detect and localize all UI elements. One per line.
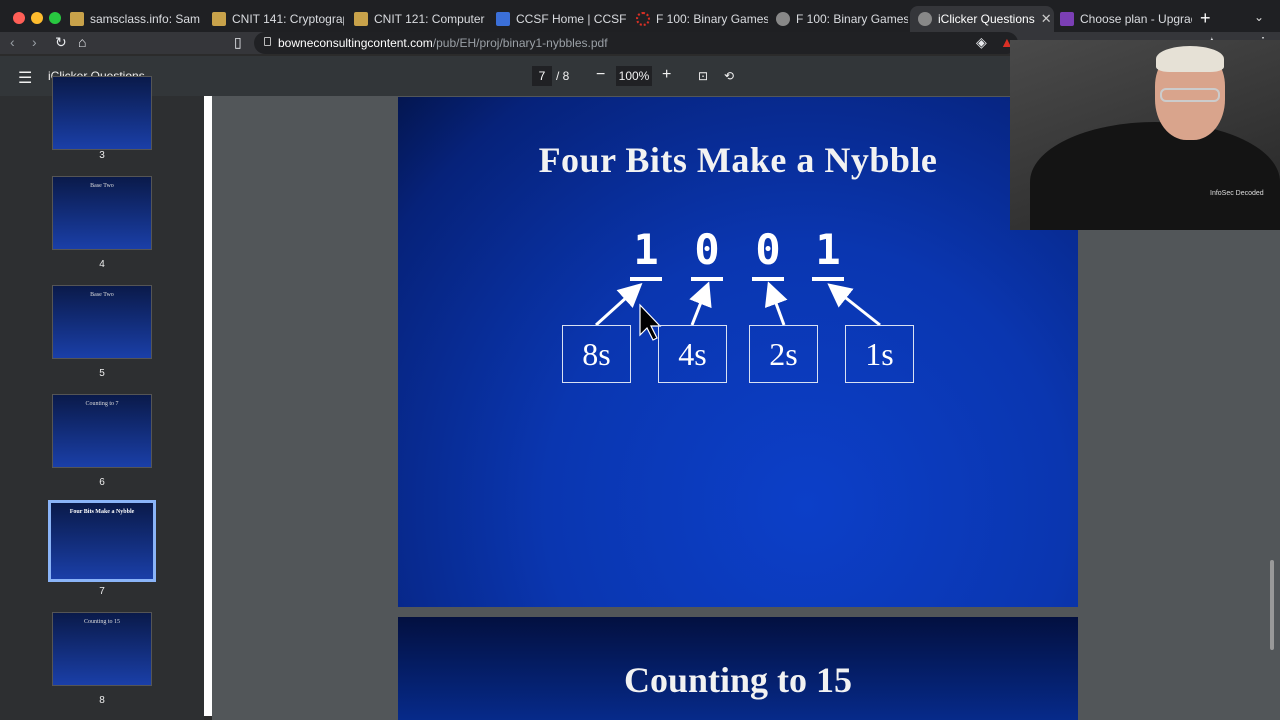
forward-icon[interactable]: ›: [32, 34, 37, 50]
chevron-down-icon[interactable]: ⌄: [1254, 10, 1264, 24]
zoom-in-button[interactable]: +: [662, 66, 671, 84]
thumbnail-page-5[interactable]: Base Two: [52, 285, 152, 359]
shirt-logo: InfoSec Decoded: [1210, 190, 1264, 197]
address-bar[interactable]: bowneconsultingcontent.com/pub/EH/proj/b…: [254, 32, 1018, 54]
arrow: [594, 282, 643, 327]
thumbnail-number: 6: [99, 477, 105, 488]
bookmark-icon[interactable]: ▯: [234, 34, 242, 51]
favicon-icon: [636, 12, 650, 26]
arrows-diagram: [594, 281, 881, 341]
menu-icon[interactable]: ☰: [18, 68, 32, 88]
lock-icon: [264, 37, 271, 46]
pdf-page-8: Counting to 15: [398, 617, 1078, 720]
close-tab-icon[interactable]: ✕: [1035, 11, 1052, 27]
reload-icon[interactable]: ↻: [55, 34, 67, 51]
back-icon[interactable]: ‹: [10, 34, 15, 50]
kahoot-icon: [1060, 12, 1074, 26]
place-value-box: 2s: [749, 325, 818, 383]
tab-cnit121[interactable]: CNIT 121: Computer Forensi: [346, 6, 486, 32]
place-value-box: 1s: [845, 325, 914, 383]
thumbnail-number: 5: [99, 368, 105, 379]
thumbnail-sidebar: 3 Base Two 4 Base Two 5 Counting to 7 6 …: [0, 76, 204, 720]
place-value-box: 8s: [562, 325, 631, 383]
mouse-cursor-icon: [639, 303, 662, 341]
globe-icon: [918, 12, 932, 26]
zoom-out-button[interactable]: −: [596, 66, 605, 84]
favicon-icon: [354, 12, 368, 26]
glasses-icon: [1160, 88, 1220, 102]
minimize-window-button[interactable]: [31, 12, 43, 24]
thumbnail-page-8[interactable]: Counting to 15: [52, 612, 152, 686]
thumbnail-page-7[interactable]: Four Bits Make a Nybble: [48, 500, 156, 582]
fit-page-icon[interactable]: ⊡: [698, 69, 708, 83]
tab-binary-games-20[interactable]: F 100: Binary Games (20 pts: [768, 6, 908, 32]
thumbnail-number: 4: [99, 259, 105, 270]
globe-icon: [776, 12, 790, 26]
favicon-icon: [70, 12, 84, 26]
thumbnail-page-4[interactable]: Base Two: [52, 176, 152, 250]
arrow: [827, 283, 881, 327]
tab-iclicker[interactable]: iClicker Questions ✕: [910, 6, 1054, 32]
tab-choose-plan[interactable]: Choose plan - Upgrade - Ka: [1052, 6, 1192, 32]
place-value-box: 4s: [658, 325, 727, 383]
maximize-window-button[interactable]: [49, 12, 61, 24]
arrow: [764, 281, 788, 326]
viewer-scrollbar[interactable]: [1270, 560, 1274, 650]
thumbnail-page-3[interactable]: [52, 76, 152, 150]
close-window-button[interactable]: [13, 12, 25, 24]
pdf-page-7: Four Bits Make a Nybble 1 0 0 1 8s 4s 2s…: [398, 97, 1078, 607]
rotate-icon[interactable]: ⟲: [724, 69, 734, 83]
page-number-input[interactable]: 7: [532, 66, 552, 86]
tab-cnit141[interactable]: CNIT 141: Cryptography for C: [204, 6, 344, 32]
thumbnail-page-6[interactable]: Counting to 7: [52, 394, 152, 468]
sidebar-scrollbar[interactable]: [204, 96, 212, 716]
thumbnail-number: 8: [99, 695, 105, 706]
brave-shield-icon[interactable]: ◈: [976, 34, 987, 51]
favicon-icon: [496, 12, 510, 26]
slide-title: Counting to 15: [623, 660, 853, 700]
tab-ccsf-home[interactable]: CCSF Home | CCSF: [488, 6, 628, 32]
tab-samsclass[interactable]: samsclass.info: Sam Bowne: [62, 6, 204, 32]
zoom-input[interactable]: 100%: [616, 66, 652, 86]
new-tab-button[interactable]: +: [1200, 8, 1211, 29]
presenter-hair: [1156, 46, 1224, 72]
page-count: / 8: [556, 69, 570, 83]
presenter-shirt: [1030, 122, 1280, 230]
tab-binary-games[interactable]: F 100: Binary Games: [628, 6, 768, 32]
tab-strip: samsclass.info: Sam Bowne CNIT 141: Cryp…: [0, 0, 1280, 36]
home-icon[interactable]: ⌂: [78, 34, 86, 50]
arrow: [689, 281, 712, 326]
webcam-overlay: InfoSec Decoded: [1010, 40, 1280, 230]
favicon-icon: [212, 12, 226, 26]
thumbnail-number: 7: [99, 586, 105, 597]
thumbnail-number: 3: [99, 150, 105, 161]
